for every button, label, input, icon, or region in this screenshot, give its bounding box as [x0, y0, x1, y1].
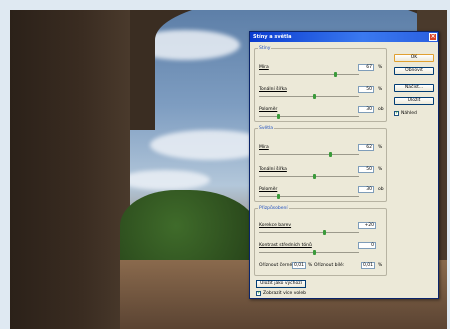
adjustments-group: Přizpůsobení Korekce barev +20 Kontrast … [254, 206, 387, 276]
clip-white-input[interactable]: 0,01 [361, 262, 375, 269]
slider-thumb[interactable] [313, 94, 316, 99]
slider-thumb[interactable] [329, 152, 332, 157]
ok-button[interactable]: OK [394, 54, 434, 62]
unit-label: % [378, 65, 383, 70]
cloud [120, 170, 210, 190]
adjustments-group-title: Přizpůsobení [259, 206, 288, 211]
shadows-tonal-slider[interactable] [259, 94, 359, 99]
slider-thumb[interactable] [313, 174, 316, 179]
shadows-group: Stíny Míra 67 % Tonální šířka 50 % Polom… [254, 46, 387, 122]
shadows-group-title: Stíny [259, 46, 271, 51]
clip-white-label: Oříznout bílé: [314, 263, 345, 268]
save-button[interactable]: Uložit [394, 97, 434, 105]
close-icon[interactable]: × [429, 33, 437, 41]
save-defaults-button[interactable]: Uložit jako výchozí [256, 280, 306, 288]
preview-label: Náhled [401, 111, 417, 116]
show-more-checkbox[interactable]: ✓ [256, 291, 261, 296]
highlights-tonal-label: Tonální šířka [259, 167, 287, 172]
shadows-radius-input[interactable]: 30 [358, 106, 374, 113]
clip-black-input[interactable]: 0,01 [292, 262, 306, 269]
color-correction-input[interactable]: +20 [358, 222, 376, 229]
slider-thumb[interactable] [334, 72, 337, 77]
unit-label: % [378, 167, 383, 172]
highlights-tonal-slider[interactable] [259, 174, 359, 179]
slider-thumb[interactable] [277, 114, 280, 119]
shadows-radius-slider[interactable] [259, 114, 359, 119]
highlights-group: Světla Míra 62 % Tonální šířka 50 % Polo… [254, 126, 387, 202]
midtone-contrast-label: Kontrast středních tónů [259, 243, 312, 248]
highlights-radius-slider[interactable] [259, 194, 359, 199]
shadows-amount-slider[interactable] [259, 72, 359, 77]
unit-label: ob [378, 187, 384, 192]
slider-thumb[interactable] [313, 250, 316, 255]
color-correction-label: Korekce barev [259, 223, 292, 228]
slider-thumb[interactable] [323, 230, 326, 235]
unit-label: ob [378, 107, 384, 112]
slider-thumb[interactable] [277, 194, 280, 199]
preview-checkbox[interactable]: ✓ [394, 111, 399, 116]
reset-button[interactable]: Obnovit [394, 67, 434, 75]
arch-pillar-left [10, 10, 130, 329]
unit-label: % [308, 263, 313, 268]
highlights-tonal-input[interactable]: 50 [358, 166, 374, 173]
unit-label: % [378, 87, 383, 92]
shadows-tonal-input[interactable]: 50 [358, 86, 374, 93]
load-button[interactable]: Načíst... [394, 84, 434, 92]
midtone-contrast-slider[interactable] [259, 250, 359, 255]
midtone-contrast-input[interactable]: 0 [358, 242, 376, 249]
highlights-amount-input[interactable]: 62 [358, 144, 374, 151]
show-more-label: Zobrazit více voleb [263, 291, 306, 296]
color-correction-slider[interactable] [259, 230, 359, 235]
dialog-title: Stíny a světla [253, 34, 292, 40]
highlights-radius-label: Poloměr [259, 187, 278, 192]
unit-label: % [378, 145, 383, 150]
clip-black-label: Oříznout černé: [259, 263, 294, 268]
shadows-amount-label: Míra [259, 65, 269, 70]
highlights-group-title: Světla [259, 126, 274, 131]
highlights-amount-label: Míra [259, 145, 269, 150]
shadows-radius-label: Poloměr [259, 107, 278, 112]
shadows-amount-input[interactable]: 67 [358, 64, 374, 71]
shadows-tonal-label: Tonální šířka [259, 87, 287, 92]
highlights-amount-slider[interactable] [259, 152, 359, 157]
unit-label: % [378, 263, 383, 268]
dialog-titlebar[interactable]: Stíny a světla × [250, 32, 438, 42]
shadows-highlights-dialog: Stíny a světla × Stíny Míra 67 % Tonální… [249, 31, 439, 299]
highlights-radius-input[interactable]: 30 [358, 186, 374, 193]
